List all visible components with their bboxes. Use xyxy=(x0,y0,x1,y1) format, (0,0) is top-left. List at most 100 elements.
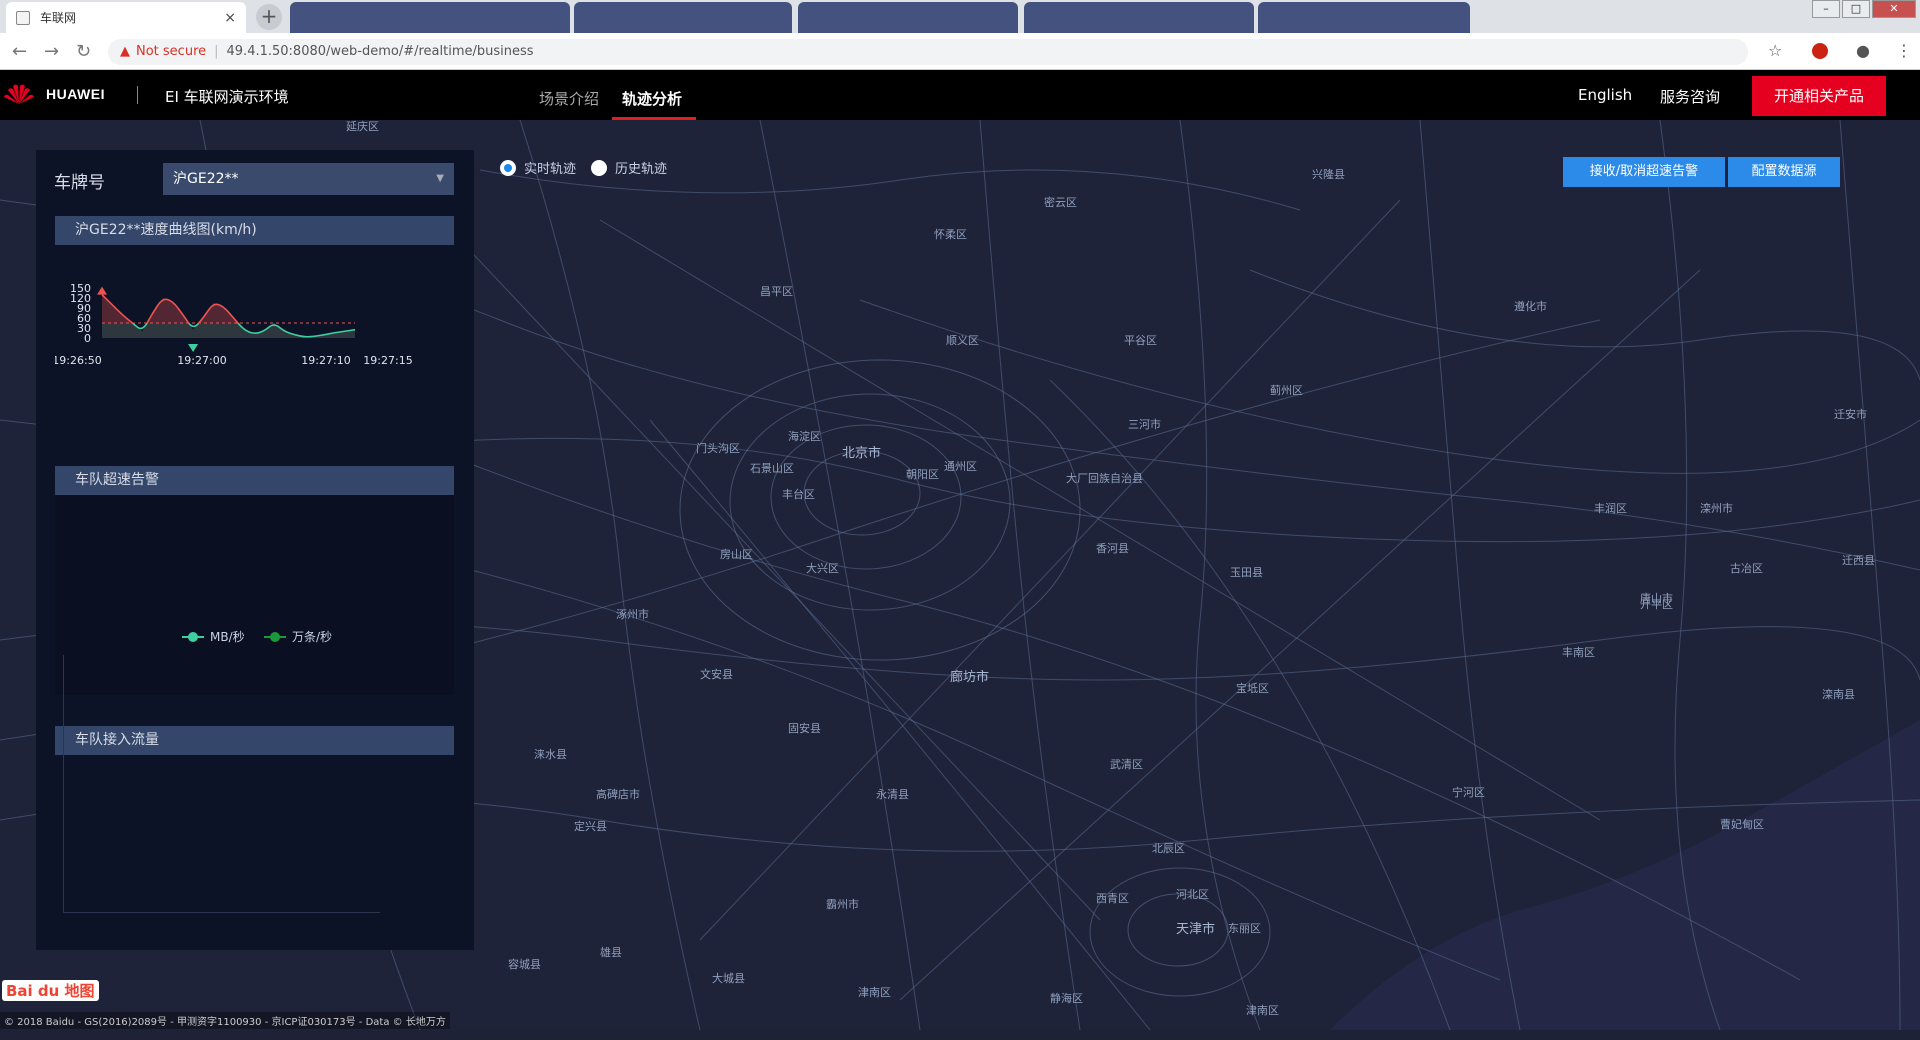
forward-icon[interactable]: → xyxy=(44,41,59,62)
map-label: 三河市 xyxy=(1128,418,1161,431)
alarm-header: 车队超速告警 xyxy=(55,466,454,495)
url-text: 49.4.1.50:8080/web-demo/#/realtime/busin… xyxy=(226,44,534,59)
map-label: 容城县 xyxy=(508,958,541,971)
map-label: 大兴区 xyxy=(806,562,839,575)
url-field[interactable]: ▲ Not secure | 49.4.1.50:8080/web-demo/#/re… xyxy=(108,39,1748,65)
plate-select[interactable]: 沪GE22** ▼ xyxy=(163,163,454,195)
dropdown-caret-icon: ▼ xyxy=(436,173,444,184)
map-label: 涿州市 xyxy=(616,608,649,621)
map-label: 丰台区 xyxy=(782,488,815,501)
bookmark-star-icon[interactable]: ☆ xyxy=(1768,41,1782,60)
plate-select-value: 沪GE22** xyxy=(173,171,239,187)
map-label: 怀柔区 xyxy=(934,228,967,241)
map-label: 定兴县 xyxy=(574,820,607,833)
map-label: 密云区 xyxy=(1044,196,1077,209)
tab-scene-intro[interactable]: 场景介绍 xyxy=(539,88,599,109)
x-tick-label: 19:27:10 xyxy=(301,354,350,367)
map-label: 文安县 xyxy=(700,668,733,681)
map-label: 平谷区 xyxy=(1124,334,1157,347)
max-marker xyxy=(97,286,107,295)
warning-icon: ▲ xyxy=(120,44,130,59)
y-tick-label: 150 xyxy=(70,282,91,295)
map-label: 北辰区 xyxy=(1152,842,1185,855)
configure-datasource-button[interactable]: 配置数据源 xyxy=(1728,157,1840,187)
map-label: 永清县 xyxy=(876,788,909,801)
security-status: Not secure xyxy=(136,44,207,59)
baidu-map-logo[interactable]: Bai du 地图 xyxy=(2,980,99,1001)
flow-chart-axes xyxy=(63,655,380,913)
map-label: 河北区 xyxy=(1176,888,1209,901)
browser-tab-inactive[interactable] xyxy=(1258,2,1470,33)
new-tab-button[interactable]: + xyxy=(256,4,282,30)
map-label: 高碑店市 xyxy=(596,788,640,801)
map-label: 通州区 xyxy=(944,460,977,473)
browser-tab-inactive[interactable] xyxy=(798,2,1018,33)
map-label: 蓟州区 xyxy=(1270,384,1303,397)
tab-close-icon[interactable]: × xyxy=(224,10,236,26)
flow-legend-mb[interactable]: MB/秒 xyxy=(182,628,245,645)
map-label: 玉田县 xyxy=(1230,566,1263,579)
map-label: 延庆区 xyxy=(346,120,379,133)
map-label: 霸州市 xyxy=(826,898,859,911)
extension-icon[interactable] xyxy=(1812,43,1828,59)
language-switch[interactable]: English xyxy=(1578,86,1632,104)
browser-menu-icon[interactable]: ⋮ xyxy=(1896,41,1912,60)
flow-legend-records[interactable]: 万条/秒 xyxy=(264,628,332,645)
browser-tab-inactive[interactable] xyxy=(290,2,570,33)
service-consult-link[interactable]: 服务咨询 xyxy=(1660,86,1720,107)
map-label: 滦州市 xyxy=(1700,502,1733,515)
speed-chart-svg: 030609012015019:26:50 19:27:00 19:27:10 19:… xyxy=(52,282,412,367)
realtime-track-option[interactable]: 实时轨迹 xyxy=(500,158,576,177)
maximize-button[interactable]: □ xyxy=(1842,0,1870,18)
map-label: 津南区 xyxy=(1246,1004,1279,1017)
map-label: 遵化市 xyxy=(1514,300,1547,313)
brand-name: HUAWEI xyxy=(46,86,105,102)
speed-chart: 0 30 60 90 120 150 19:26:50 19:27:00 19:27:10 19:… xyxy=(52,260,454,420)
map-label: 兴隆县 xyxy=(1312,168,1345,181)
minimize-button[interactable]: – xyxy=(1812,0,1840,18)
map-label: 古冶区 xyxy=(1730,562,1763,575)
map-label: 北京市 xyxy=(842,446,882,461)
x-tick-label: 19:26:50 xyxy=(55,354,102,367)
browser-tab-inactive[interactable] xyxy=(1024,2,1254,33)
map-label: 迁安市 xyxy=(1834,408,1867,421)
tab-favicon-icon xyxy=(16,10,30,25)
map-label: 宝坻区 xyxy=(1236,682,1269,695)
map-label: 迁西县 xyxy=(1842,554,1875,567)
back-icon[interactable]: ← xyxy=(12,41,27,62)
legend-label-records: 万条/秒 xyxy=(292,630,333,644)
account-icon[interactable]: ● xyxy=(1856,41,1870,60)
map-label: 西青区 xyxy=(1096,892,1129,905)
map-label: 津南区 xyxy=(858,986,891,999)
map-copyright: © 2018 Baidu - GS(2016)2089号 - 甲测资字11009… xyxy=(0,1012,450,1029)
map-label: 滦南县 xyxy=(1822,688,1855,701)
browser-tab-strip: 车联网 × + – □ ✕ xyxy=(0,0,1920,33)
legend-label-mb: MB/秒 xyxy=(210,630,245,644)
radio-checked-icon[interactable] xyxy=(500,159,516,176)
address-bar-row: ← → ↻ ▲ Not secure | 49.4.1.50:8080/web-dem… xyxy=(0,33,1920,70)
map-label: 香河县 xyxy=(1096,542,1129,555)
radio-unchecked-icon[interactable] xyxy=(591,159,607,176)
app-header: HUAWEI EI 车联网演示环境 场景介绍 轨迹分析 English 服务咨询… xyxy=(0,70,1920,120)
map-label: 丰南区 xyxy=(1562,646,1595,659)
browser-tab-active[interactable]: 车联网 × xyxy=(6,2,246,33)
window-close-button[interactable]: ✕ xyxy=(1872,0,1916,18)
huawei-flower-icon xyxy=(4,84,34,104)
history-track-label: 历史轨迹 xyxy=(615,162,668,177)
min-marker xyxy=(188,344,199,352)
map-label: 海淀区 xyxy=(788,430,821,443)
open-products-button[interactable]: 开通相关产品 xyxy=(1752,76,1886,116)
map-label: 朝阳区 xyxy=(906,468,939,481)
history-track-option[interactable]: 历史轨迹 xyxy=(591,158,667,177)
reload-icon[interactable]: ↻ xyxy=(76,41,91,62)
map-label: 固安县 xyxy=(788,722,821,735)
speed-alarm-toggle-button[interactable]: 接收/取消超速告警 xyxy=(1563,157,1725,187)
browser-tab-inactive[interactable] xyxy=(574,2,792,33)
map-label: 涞水县 xyxy=(534,748,567,761)
tab-track-analysis[interactable]: 轨迹分析 xyxy=(622,88,682,109)
speed-area-base xyxy=(102,294,355,338)
map-label: 雄县 xyxy=(600,946,622,959)
huawei-logo[interactable]: HUAWEI xyxy=(2,82,105,106)
map-label: 开平区 xyxy=(1640,598,1673,611)
realtime-track-label: 实时轨迹 xyxy=(524,162,577,177)
